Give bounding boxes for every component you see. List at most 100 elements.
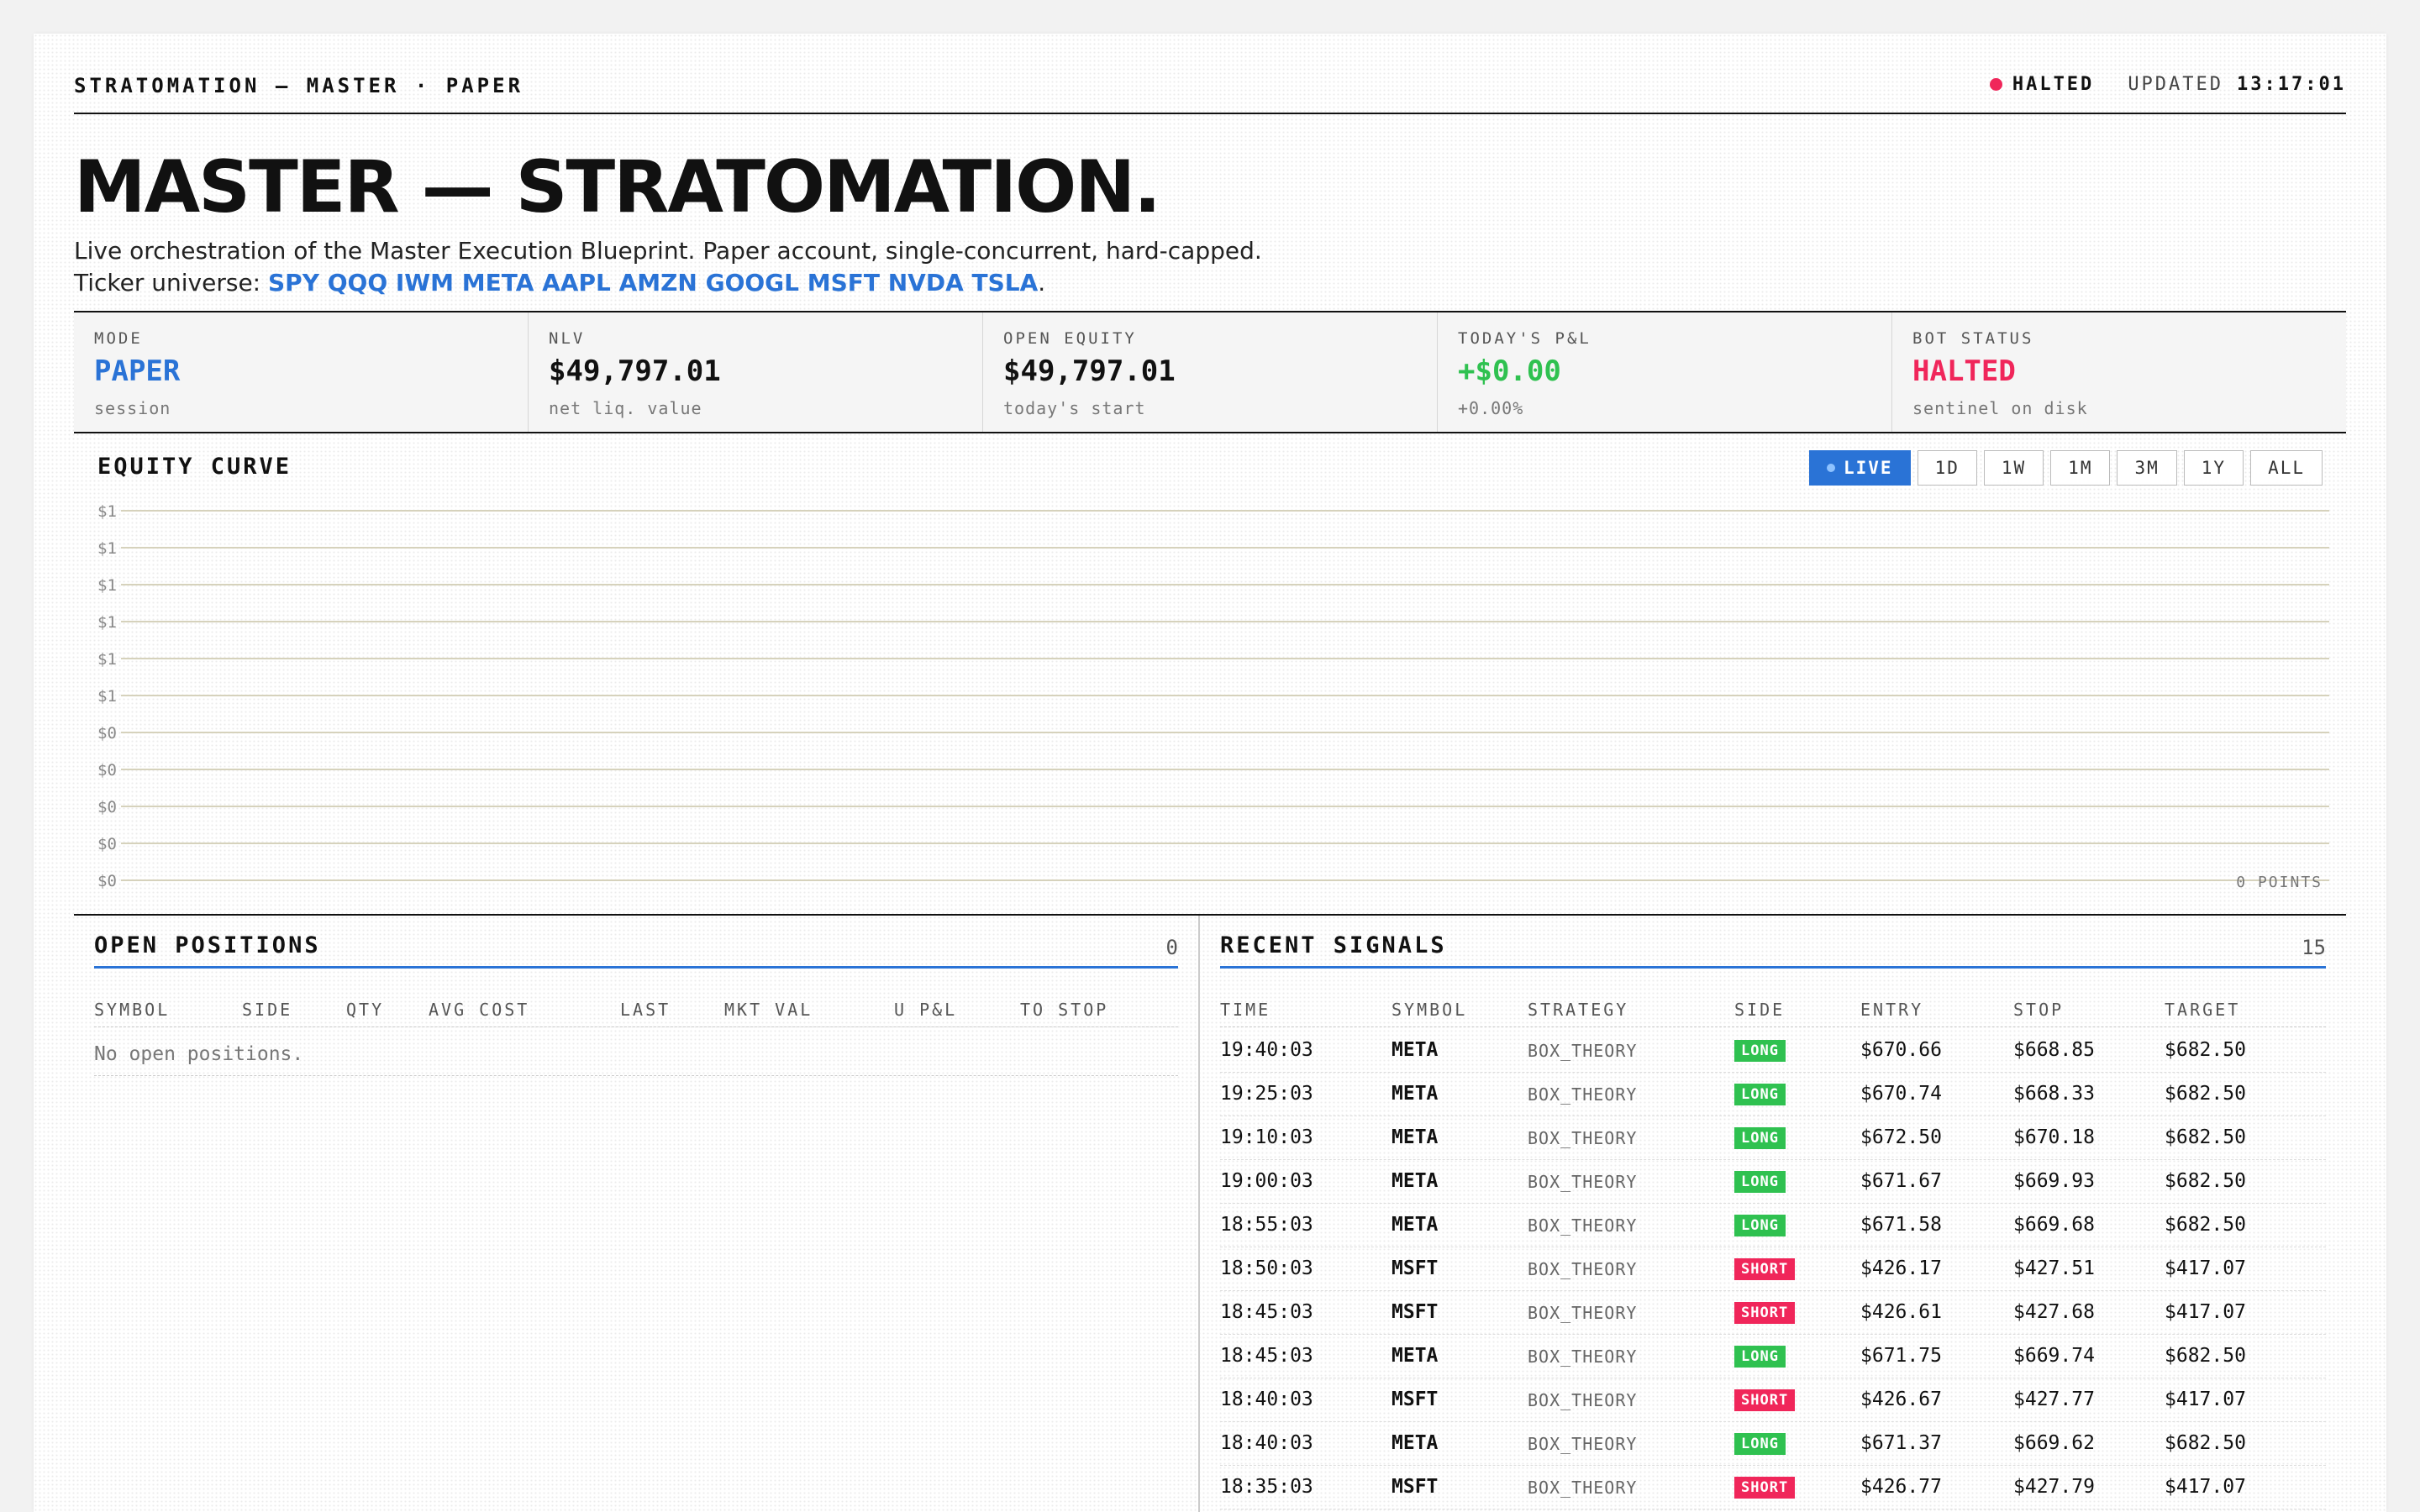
signal-side: LONG xyxy=(1734,1346,1786,1368)
y-tick-label: $1 xyxy=(97,687,117,706)
signal-strategy: BOX_THEORY xyxy=(1528,1434,1638,1454)
empty-text: No open positions. xyxy=(94,1043,304,1065)
signal-strategy: BOX_THEORY xyxy=(1528,1347,1638,1367)
signal-target: $682.50 xyxy=(2165,1039,2246,1061)
signal-target: $417.07 xyxy=(2165,1301,2246,1323)
brand-label: STRATOMATION — MASTER · PAPER xyxy=(74,74,524,97)
table-row[interactable]: 18:30:03MSFTBOX_THEORYSHORT$426.80$427.9… xyxy=(1220,1509,2326,1512)
table-row[interactable]: 18:55:03 META BOX_THEORY LONG $671.58 $669.68… xyxy=(1220,1203,2326,1247)
col-header: MKT VAL xyxy=(724,1000,813,1020)
signal-target: $682.50 xyxy=(2165,1345,2246,1367)
col-header: TARGET xyxy=(2165,1000,2241,1020)
signal-strategy: BOX_THEORY xyxy=(1528,1128,1638,1148)
signal-entry: $672.50 xyxy=(1860,1126,1942,1148)
signal-time: 18:40:03 xyxy=(1220,1432,1313,1454)
col-header: STOP xyxy=(2013,1000,2065,1020)
table-row[interactable]: 19:10:03 META BOX_THEORY LONG $672.50 $670.18… xyxy=(1220,1116,2326,1160)
col-header: LAST xyxy=(620,1000,671,1020)
signal-strategy: BOX_THEORY xyxy=(1528,1303,1638,1323)
signal-symbol: MSFT xyxy=(1392,1257,1439,1279)
stat-todays-pnl: TODAY'S P&L +$0.00 +0.00% xyxy=(1438,312,1892,432)
status-text: HALTED xyxy=(2012,74,2095,95)
col-header: QTY xyxy=(346,1000,385,1020)
signal-stop: $668.33 xyxy=(2013,1083,2095,1105)
stat-label: BOT STATUS xyxy=(1912,329,2034,348)
col-header: U P&L xyxy=(894,1000,958,1020)
stat-sub: session xyxy=(94,398,171,418)
signal-symbol: META xyxy=(1392,1170,1439,1192)
table-row[interactable]: 18:40:03 META BOX_THEORY LONG $671.37 $669.62… xyxy=(1220,1421,2326,1466)
signal-side: SHORT xyxy=(1734,1389,1796,1411)
signal-symbol: MSFT xyxy=(1392,1476,1439,1498)
stat-open-equity: OPEN EQUITY $49,797.01 today's start xyxy=(983,312,1438,432)
signal-side: SHORT xyxy=(1734,1258,1796,1280)
ticker-universe-link[interactable]: SPY QQQ IWM META AAPL AMZN GOOGL MSFT NV… xyxy=(268,269,1038,297)
col-header: AVG COST xyxy=(429,1000,530,1020)
signal-target: $682.50 xyxy=(2165,1083,2246,1105)
signal-time: 18:45:03 xyxy=(1220,1345,1313,1367)
table-row[interactable]: 19:00:03 META BOX_THEORY LONG $671.67 $669.93… xyxy=(1220,1159,2326,1204)
signal-time: 18:50:03 xyxy=(1220,1257,1313,1279)
signal-symbol: META xyxy=(1392,1214,1439,1236)
signal-strategy: BOX_THEORY xyxy=(1528,1390,1638,1410)
table-row[interactable]: 18:35:03 MSFT BOX_THEORY SHORT $426.77 $427.7… xyxy=(1220,1465,2326,1509)
signal-stop: $427.68 xyxy=(2013,1301,2095,1323)
col-header: ENTRY xyxy=(1860,1000,1924,1020)
y-tick-label: $0 xyxy=(97,724,117,743)
positions-table-header: SYMBOL SIDE QTY AVG COST LAST MKT VAL U … xyxy=(94,984,1178,1027)
col-header: SYMBOL xyxy=(94,1000,171,1020)
signal-strategy: BOX_THEORY xyxy=(1528,1215,1638,1236)
signal-entry: $426.67 xyxy=(1860,1389,1942,1410)
signal-target: $682.50 xyxy=(2165,1126,2246,1148)
table-row[interactable]: 18:45:03 META BOX_THEORY LONG $671.75 $669.74… xyxy=(1220,1334,2326,1378)
table-row[interactable]: 19:25:03 META BOX_THEORY LONG $670.74 $668.33… xyxy=(1220,1072,2326,1116)
signal-target: $682.50 xyxy=(2165,1432,2246,1454)
positions-count: 0 xyxy=(1165,936,1178,959)
page-subtitle: Live orchestration of the Master Executi… xyxy=(74,235,1262,299)
y-tick-label: $1 xyxy=(97,539,117,558)
signal-stop: $669.93 xyxy=(2013,1170,2095,1192)
stat-nlv: NLV $49,797.01 net liq. value xyxy=(529,312,983,432)
signal-side: LONG xyxy=(1734,1040,1786,1062)
signal-target: $682.50 xyxy=(2165,1170,2246,1192)
col-header: TIME xyxy=(1220,1000,1271,1020)
signals-count: 15 xyxy=(2302,936,2326,959)
y-tick-label: $1 xyxy=(97,502,117,521)
signal-stop: $427.51 xyxy=(2013,1257,2095,1279)
dashboard-page: STRATOMATION — MASTER · PAPER HALTED UPD… xyxy=(34,34,2386,1512)
signal-target: $417.07 xyxy=(2165,1257,2246,1279)
stat-value: $49,797.01 xyxy=(1003,354,1176,388)
signal-side: LONG xyxy=(1734,1127,1786,1149)
y-tick-label: $1 xyxy=(97,576,117,595)
positions-empty-row: No open positions. xyxy=(94,1028,1178,1076)
y-tick-label: $0 xyxy=(97,872,117,890)
stat-label: NLV xyxy=(549,329,586,348)
stat-sub: +0.00% xyxy=(1458,398,1524,418)
signals-table-header: TIME SYMBOL STRATEGY SIDE ENTRY STOP TAR… xyxy=(1220,984,2326,1027)
signal-side: LONG xyxy=(1734,1171,1786,1193)
top-bar: STRATOMATION — MASTER · PAPER HALTED UPD… xyxy=(74,74,2346,114)
signal-time: 18:35:03 xyxy=(1220,1476,1313,1498)
signal-stop: $669.62 xyxy=(2013,1432,2095,1454)
signal-side: SHORT xyxy=(1734,1477,1796,1499)
table-row[interactable]: 19:40:03 META BOX_THEORY LONG $670.66 $668.85… xyxy=(1220,1028,2326,1073)
signal-strategy: BOX_THEORY xyxy=(1528,1478,1638,1498)
signal-target: $417.07 xyxy=(2165,1476,2246,1498)
table-row[interactable]: 18:50:03 MSFT BOX_THEORY SHORT $426.17 $427.5… xyxy=(1220,1247,2326,1291)
table-row[interactable]: 18:40:03 MSFT BOX_THEORY SHORT $426.67 $427.7… xyxy=(1220,1378,2326,1422)
signal-symbol: META xyxy=(1392,1083,1439,1105)
signal-entry: $670.66 xyxy=(1860,1039,1942,1061)
stat-bot-status: BOT STATUS HALTED sentinel on disk xyxy=(1892,312,2346,432)
signal-symbol: META xyxy=(1392,1126,1439,1148)
page-title: MASTER — STRATOMATION. xyxy=(74,145,1161,229)
stat-label: MODE xyxy=(94,329,143,348)
signal-time: 19:40:03 xyxy=(1220,1039,1313,1061)
recent-signals-panel: RECENT SIGNALS 15 TIME SYMBOL STRATEGY S… xyxy=(1200,916,2346,1512)
signal-side: LONG xyxy=(1734,1084,1786,1105)
col-header: TO STOP xyxy=(1020,1000,1109,1020)
col-header: SIDE xyxy=(242,1000,293,1020)
ticker-label: Ticker universe: xyxy=(74,269,268,297)
table-row[interactable]: 18:45:03 MSFT BOX_THEORY SHORT $426.61 $427.6… xyxy=(1220,1290,2326,1335)
signal-time: 19:25:03 xyxy=(1220,1083,1313,1105)
updated-label: UPDATED xyxy=(2128,74,2224,95)
